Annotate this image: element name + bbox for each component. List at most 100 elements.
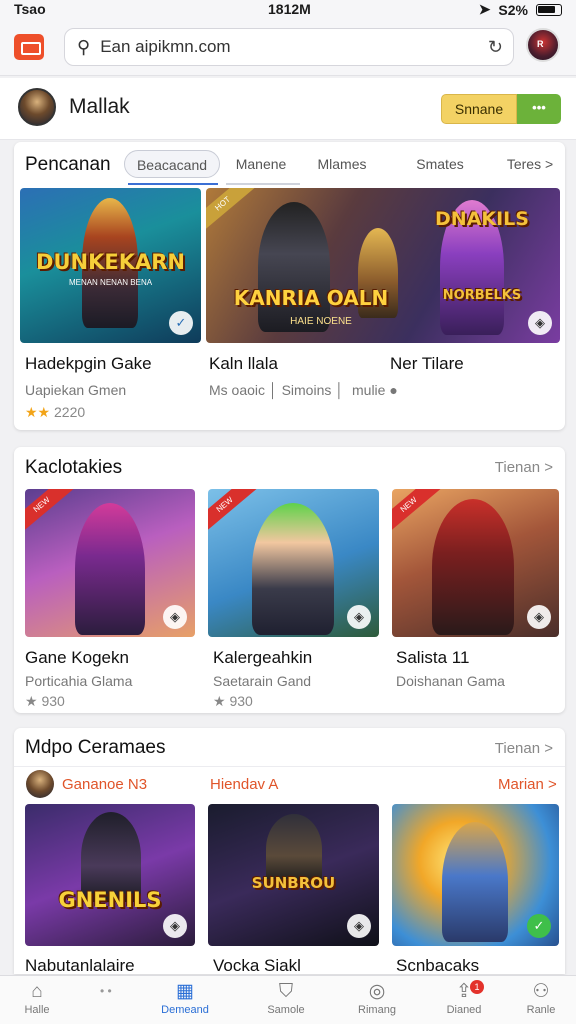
game-card-image[interactable]: NEW ◈ — [25, 489, 195, 637]
creator-name[interactable]: Hiendav A — [210, 776, 278, 793]
dots-icon: • • — [100, 984, 112, 998]
game-logo-subtitle: NORBELKS — [442, 288, 522, 303]
game-subtitle: Doishanan Gama — [396, 673, 505, 689]
creator-link[interactable]: Marian > — [498, 776, 557, 793]
battery-label: S2% — [498, 1, 528, 18]
section-title: Mdpo Ceramaes — [25, 737, 166, 758]
more-options-button[interactable]: ••• — [517, 94, 561, 124]
shield-icon[interactable]: ◈ — [347, 914, 371, 938]
game-banner[interactable]: DUNKEKARN MENAN NENAN BENA ✓ — [20, 188, 201, 343]
home-icon: ⌂ — [31, 981, 43, 1002]
game-logo-subtitle: MENAN NENAN BENA — [68, 278, 153, 287]
person-icon: ⚇ — [532, 981, 550, 1002]
game-subtitle: Saetarain Gand — [213, 673, 312, 689]
tab-beacacand[interactable]: Beacacand — [124, 150, 220, 178]
shield-icon[interactable]: ◈ — [528, 311, 552, 335]
nav-ranking[interactable]: ◎ Rimang — [337, 980, 417, 1016]
check-icon[interactable]: ✓ — [169, 311, 193, 335]
compass-icon: ◎ — [368, 981, 386, 1002]
game-banner-wide[interactable]: HOT KANRIA OALN HAIE NOENE DNAKILS NORBE… — [206, 188, 560, 343]
shield-icon[interactable]: ◈ — [347, 605, 371, 629]
game-title[interactable]: Ner Tilare — [390, 354, 464, 374]
nav-share[interactable]: ⇪ Dianed 1 — [424, 980, 504, 1016]
game-card-image[interactable]: GNENILS ◈ — [25, 804, 195, 946]
search-icon: ⚲ — [77, 36, 91, 57]
user-avatar[interactable] — [18, 88, 56, 126]
star-icon: ★★ — [25, 404, 51, 420]
tab-teres[interactable]: Teres > — [500, 150, 560, 178]
bottom-navigation: ⌂ Halle • • ▦ Demeand ⛉ Samole ◎ Rimang … — [0, 975, 576, 1024]
active-tab-indicator — [128, 183, 218, 185]
carrier-label: Tsao — [14, 1, 46, 17]
star-icon: ★ — [213, 693, 226, 709]
category-tabs: Beacacand Manene Mlames Smates Teres > — [124, 150, 560, 185]
info-icon: ● — [389, 382, 398, 398]
account-avatar[interactable]: R — [526, 28, 560, 62]
game-title[interactable]: Gane Kogekn — [25, 648, 129, 668]
star-icon: ★ — [25, 693, 38, 709]
ribbon-badge: NEW — [392, 489, 441, 534]
game-subtitle: mulie ● — [352, 382, 398, 398]
tab-mlames[interactable]: Mlames — [310, 150, 374, 178]
nav-home[interactable]: ⌂ Halle — [0, 980, 77, 1016]
primary-action-button[interactable]: Snnane — [441, 94, 517, 124]
creator-avatar[interactable] — [26, 770, 54, 798]
game-logo: GNENILS — [58, 888, 162, 912]
game-title[interactable]: Kalergeahkin — [213, 648, 312, 668]
warrior-figure — [432, 499, 514, 635]
notification-badge: 1 — [470, 980, 484, 994]
shield-icon[interactable]: ◈ — [527, 605, 551, 629]
reload-icon[interactable]: ↻ — [488, 37, 503, 58]
elf-figure — [252, 503, 334, 635]
browser-toolbar: ⚲ ↻ R — [0, 20, 576, 76]
nav-sample[interactable]: ⛉ Samole — [246, 980, 326, 1016]
featured-section: Pencanan Beacacand Manene Mlames Smates … — [14, 142, 565, 430]
game-card-image[interactable]: NEW ◈ — [392, 489, 559, 637]
game-title[interactable]: Vocka Siakl — [213, 956, 301, 976]
game-card-image[interactable]: SUNBROU ◈ — [208, 804, 379, 946]
creator-name[interactable]: Gananoe N3 — [62, 776, 147, 793]
game-title[interactable]: Hadekpgin Gake — [25, 354, 152, 374]
address-bar[interactable]: ⚲ ↻ — [64, 28, 514, 66]
game-title[interactable]: Scnbacaks — [396, 956, 479, 976]
nav-profile[interactable]: ⚇ Ranle — [501, 980, 576, 1016]
game-title[interactable]: Kaln llala — [209, 354, 278, 374]
battery-icon — [536, 3, 562, 16]
game-logo: DNAKILS — [435, 208, 529, 230]
url-input[interactable] — [100, 37, 461, 57]
more-games-section: Mdpo Ceramaes Tienan > Gananoe N3 Hienda… — [14, 728, 565, 976]
section-title: Kaclotakies — [25, 457, 123, 478]
nav-download[interactable]: ▦ Demeand — [145, 980, 225, 1016]
hero-figure — [442, 822, 508, 942]
tabs-menu-button[interactable] — [14, 34, 44, 60]
game-subtitle: Ms oaoic │ Simoins │ — [209, 382, 344, 398]
ribbon-badge: HOT — [206, 188, 255, 233]
grid-icon: ▦ — [176, 981, 194, 1002]
see-all-link[interactable]: Tienan > — [495, 740, 553, 757]
tab-divider — [226, 183, 300, 185]
game-title[interactable]: Salista 11 — [396, 648, 469, 668]
shield-icon[interactable]: ◈ — [163, 914, 187, 938]
see-all-link[interactable]: Tienan > — [495, 459, 553, 476]
tab-manene[interactable]: Manene — [226, 150, 296, 178]
game-rating: ★ 930 — [213, 693, 253, 709]
game-logo: DUNKEKARN — [36, 250, 185, 274]
game-card-image[interactable]: NEW ◈ — [208, 489, 379, 637]
check-icon[interactable]: ✓ — [527, 914, 551, 938]
game-subtitle: Uapiekan Gmen — [25, 382, 127, 398]
game-logo: SUNBROU — [251, 874, 336, 892]
shield-icon[interactable]: ◈ — [163, 605, 187, 629]
section-title: Pencanan — [25, 154, 111, 175]
share-icon: ⇪ — [456, 981, 472, 1002]
game-title[interactable]: Nabutanlalaire — [25, 956, 135, 976]
game-card-image[interactable]: ✓ — [392, 804, 559, 946]
bag-icon: ⛉ — [278, 981, 294, 1002]
tab-smates[interactable]: Smates — [408, 150, 472, 178]
ribbon-badge: NEW — [208, 489, 257, 534]
profile-header: Mallak Snnane ••• — [0, 78, 576, 140]
game-subtitle: Porticahia Glama — [25, 673, 133, 689]
game-logo-subtitle: HAIE NOENE — [290, 316, 352, 327]
location-icon: ➤ — [478, 1, 491, 17]
game-rating: ★★ 2220 — [25, 404, 86, 420]
ribbon-badge: NEW — [25, 489, 74, 534]
